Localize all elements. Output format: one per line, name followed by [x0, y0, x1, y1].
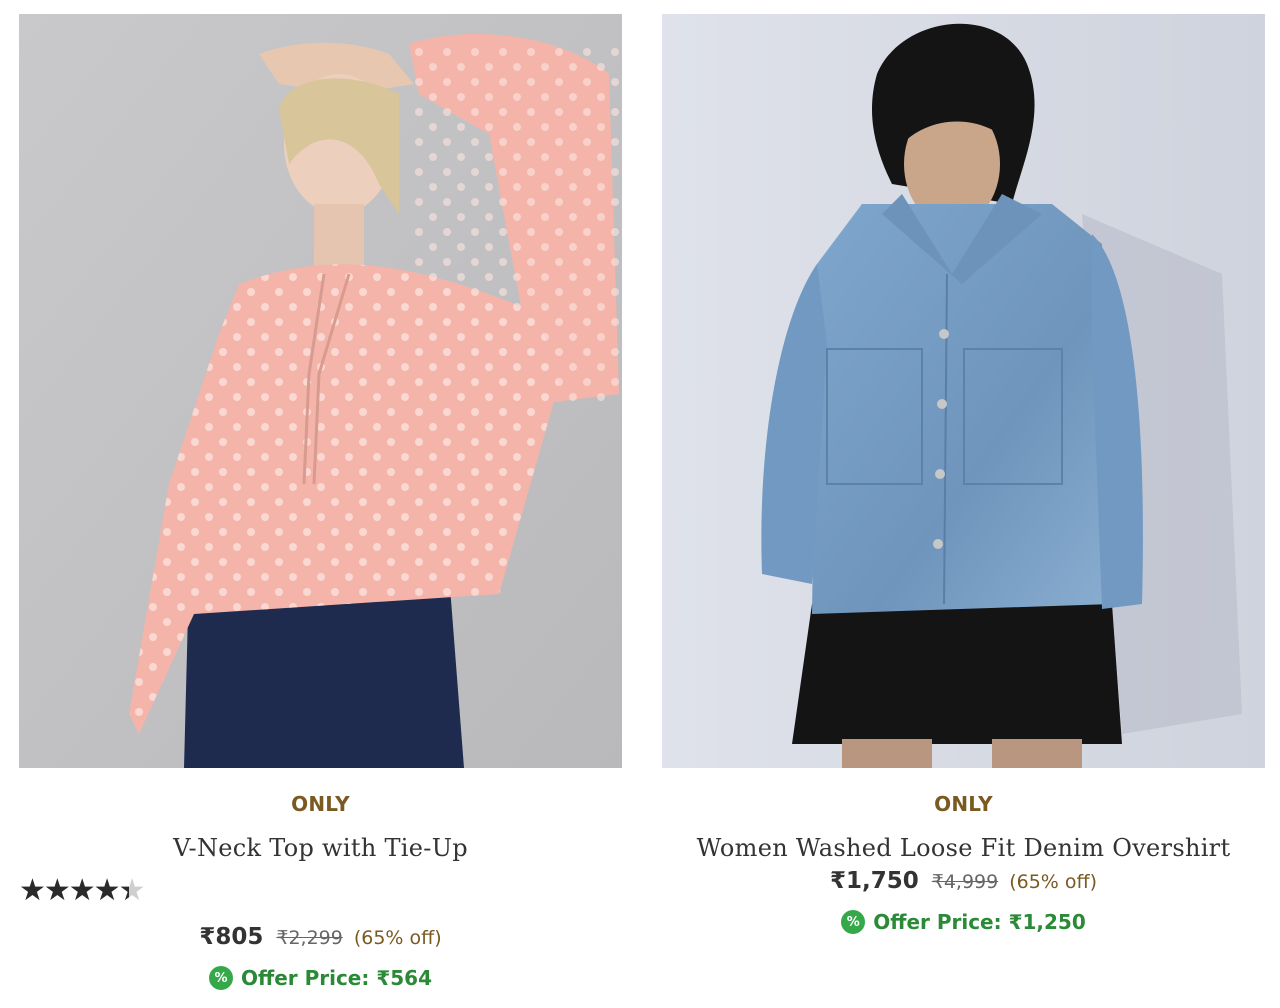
selling-price: ₹1,750	[829, 868, 919, 894]
offer-price: % Offer Price: ₹1,250	[662, 910, 1265, 934]
price-row: ₹1,750 ₹4,999 (65% off)	[662, 868, 1265, 894]
offer-price-label: Offer Price: ₹1,250	[873, 910, 1086, 934]
denim-overshirt-photo	[662, 14, 1265, 768]
offer-price: % Offer Price: ₹564	[19, 966, 622, 990]
selling-price: ₹805	[199, 924, 264, 950]
discount-badge-icon: %	[841, 910, 866, 934]
product-image-1[interactable]	[19, 14, 622, 768]
brand-name[interactable]: ONLY	[662, 792, 1265, 816]
original-price: ₹4,999	[931, 871, 999, 893]
discount-percent: (65% off)	[1009, 871, 1098, 893]
brand-name[interactable]: ONLY	[19, 792, 622, 816]
discount-percent: (65% off)	[353, 927, 442, 949]
product-title[interactable]: V-Neck Top with Tie-Up	[19, 834, 622, 862]
discount-badge-icon: %	[208, 966, 233, 990]
product-grid: ONLY V-Neck Top with Tie-Up ★★★★★ ★★★★★ …	[0, 0, 1280, 1008]
product-card-2[interactable]: ONLY Women Washed Loose Fit Denim Oversh…	[662, 14, 1265, 934]
price-row: ₹805 ₹2,299 (65% off)	[19, 924, 622, 950]
star-rating-icon: ★★★★★ ★★★★★	[19, 874, 145, 907]
pink-top-photo	[19, 14, 622, 768]
rating-stars: ★★★★★ ★★★★★	[19, 876, 622, 906]
product-title[interactable]: Women Washed Loose Fit Denim Overshirt	[662, 834, 1265, 862]
product-image-2[interactable]	[662, 14, 1265, 768]
original-price: ₹2,299	[276, 927, 343, 949]
offer-price-label: Offer Price: ₹564	[240, 966, 432, 990]
product-card-1[interactable]: ONLY V-Neck Top with Tie-Up ★★★★★ ★★★★★ …	[19, 14, 622, 990]
